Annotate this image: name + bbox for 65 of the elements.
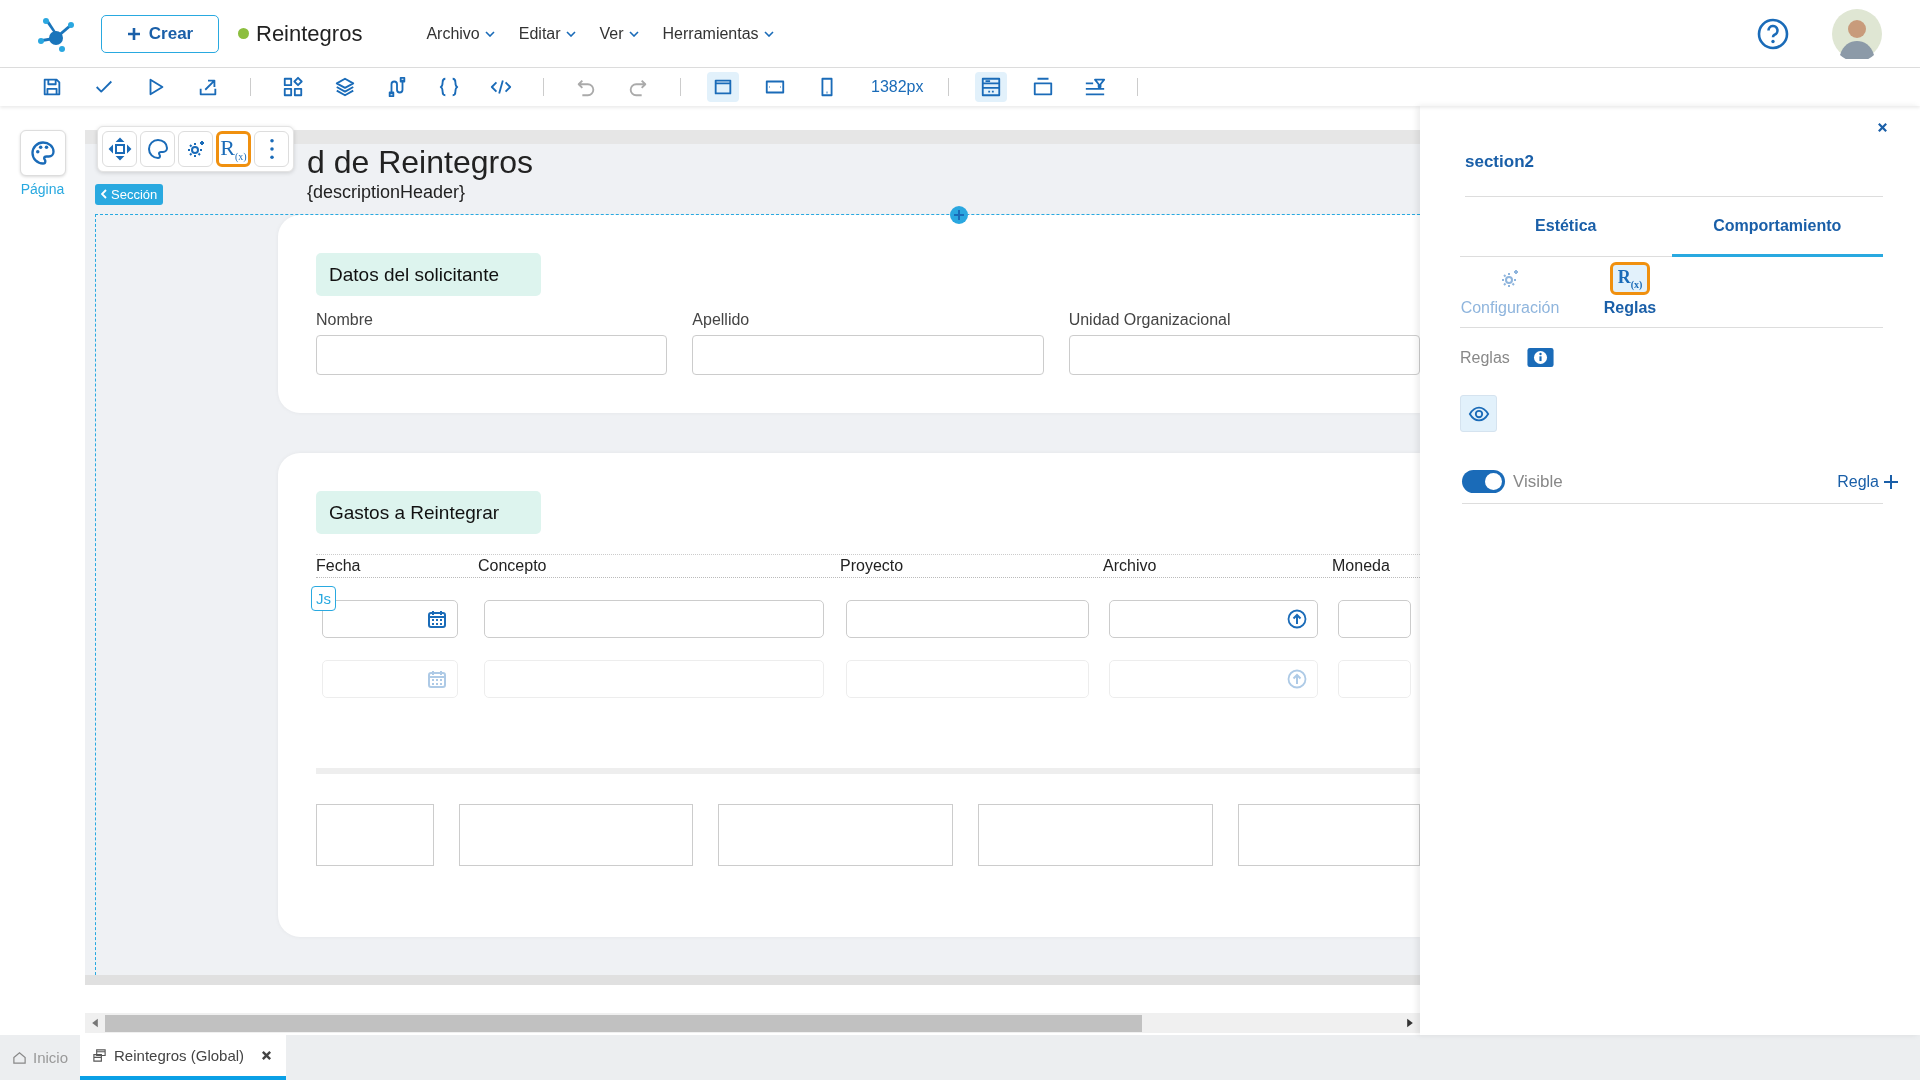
chevron-down-icon [484, 30, 495, 37]
input-field[interactable] [1068, 335, 1420, 375]
menu-item[interactable]: Editar [518, 24, 576, 43]
field-label: Apellido [692, 311, 751, 330]
card-title: Gastos a Reintegrar [316, 491, 541, 534]
close-icon[interactable] [261, 1050, 273, 1061]
add-rule-button[interactable]: Regla [1837, 472, 1899, 491]
more-icon [269, 139, 274, 159]
help-icon[interactable] [1757, 17, 1789, 50]
input-field[interactable] [316, 335, 668, 375]
status-dot-icon [238, 28, 249, 39]
home-icon [12, 1050, 27, 1065]
scrollbar-thumb[interactable] [105, 1014, 1142, 1032]
chevron-down-icon [763, 30, 774, 37]
create-button[interactable]: Crear [101, 14, 219, 53]
input-field[interactable] [484, 600, 824, 638]
column-header: Proyecto [840, 556, 905, 576]
plus-icon [126, 26, 141, 41]
info-icon[interactable] [1526, 348, 1554, 367]
input-field[interactable] [692, 335, 1044, 375]
column-header: Archivo [1103, 556, 1158, 576]
form-icon [92, 1048, 108, 1063]
page-label: Página [20, 181, 65, 197]
card-title: Datos del solicitante [316, 253, 541, 296]
gear-button[interactable] [178, 131, 213, 167]
add-icon[interactable] [949, 205, 969, 225]
move-button[interactable] [102, 131, 137, 167]
rules-button[interactable]: R$_{(x)}$ [216, 131, 251, 167]
calendar-icon[interactable] [427, 609, 447, 629]
rules-label: Reglas [1460, 348, 1510, 367]
document-tab[interactable]: Reintegros (Global) [80, 1035, 287, 1080]
panel-title: section2 [1465, 152, 1883, 197]
field-label: Unidad Organizacional [1068, 311, 1232, 330]
layout-icon[interactable] [974, 72, 1007, 102]
menu-item[interactable]: Ver [599, 24, 639, 43]
chevron-down-icon [628, 30, 639, 37]
input-field[interactable] [1338, 600, 1411, 638]
column-header: Moneda [1332, 556, 1391, 576]
toggle-switch[interactable] [1462, 470, 1505, 493]
upload-icon[interactable] [1287, 609, 1307, 629]
panel-tab[interactable]: Comportamiento [1671, 197, 1883, 257]
form-title: d de Reintegros [307, 144, 534, 180]
desktop-view-icon[interactable] [707, 72, 739, 102]
chevron-down-icon [565, 30, 576, 37]
input-field[interactable] [846, 600, 1089, 638]
move-icon [107, 137, 132, 161]
close-icon[interactable] [1877, 122, 1888, 133]
input-field[interactable] [1109, 600, 1318, 638]
plus-icon [1883, 473, 1899, 490]
rule-label: Visible [1513, 471, 1563, 492]
panel-tab[interactable]: Estética [1460, 197, 1672, 257]
panel-subtab[interactable]: R$_{(x)}$ Reglas [1580, 257, 1680, 327]
field-label: Nombre [316, 311, 374, 330]
chevron-left-icon [101, 189, 107, 199]
width-label: 1382px [871, 78, 924, 96]
menu-item[interactable]: Archivo [426, 24, 495, 43]
palette-button[interactable] [140, 131, 175, 167]
column-header: Concepto [478, 556, 548, 576]
menu-item[interactable]: Herramientas [662, 24, 774, 43]
column-header: Fecha [316, 556, 362, 576]
form-description: {descriptionHeader} [307, 182, 467, 203]
page-style-button[interactable] [19, 130, 66, 176]
avatar-icon[interactable] [1832, 8, 1882, 59]
app-title: Reintegros [256, 20, 363, 47]
visibility-button[interactable] [1460, 395, 1497, 432]
